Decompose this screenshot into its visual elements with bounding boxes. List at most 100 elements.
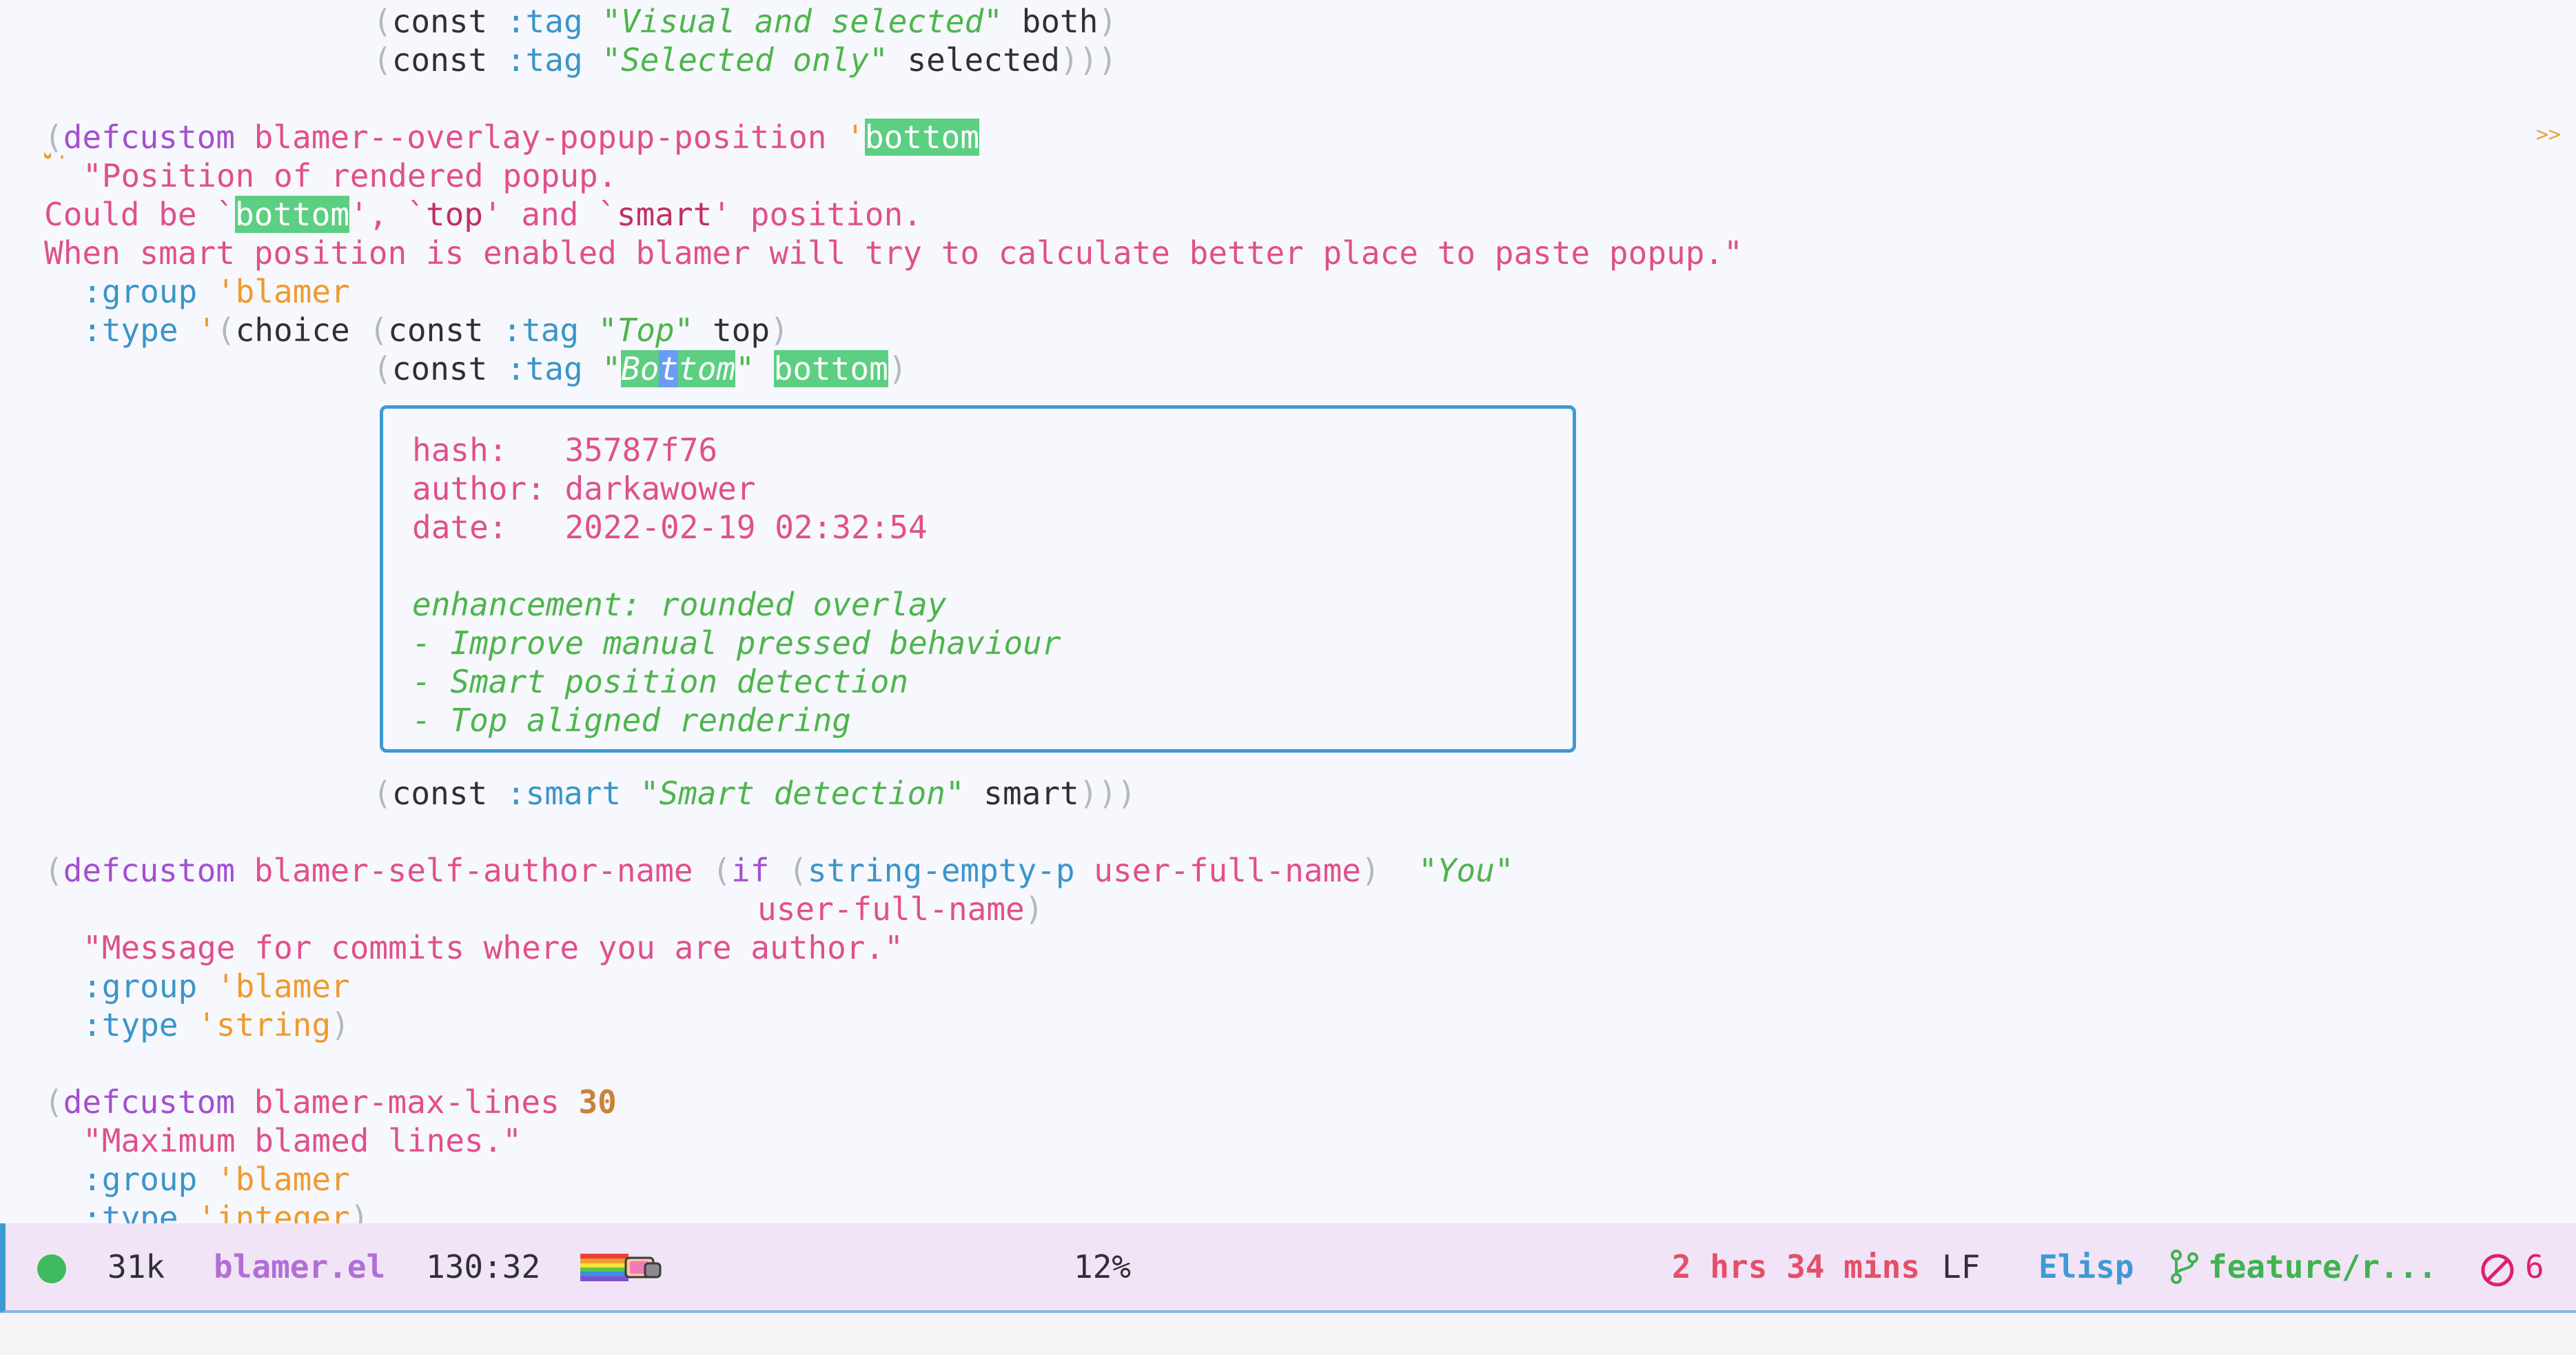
code-line: "Position of rendered popup.	[83, 157, 617, 194]
code-line: :type 'integer)	[83, 1199, 369, 1223]
code-line: :group 'blamer	[83, 1160, 350, 1199]
author-label: author:	[412, 470, 565, 507]
search-highlight: bottom	[234, 196, 350, 233]
code-token: const	[391, 775, 507, 812]
scroll-percent: 12%	[1074, 1248, 1132, 1285]
code-line: Could be `bottom', `top' and `smart' pos…	[44, 195, 922, 234]
code-token: both	[1002, 3, 1098, 40]
code-token: :type	[83, 1199, 178, 1223]
code-line: "Maximum blamed lines."	[83, 1122, 522, 1159]
error-count[interactable]: 6	[2525, 1223, 2544, 1310]
code-token: blamer	[235, 1161, 350, 1198]
code-token: :group	[83, 273, 198, 310]
search-highlight: tom	[678, 350, 736, 387]
code-token: blamer-self-author-name	[254, 852, 693, 889]
code-token: ', `	[349, 196, 426, 233]
code-token: "Selected only"	[602, 41, 888, 79]
code-token: const	[391, 3, 507, 40]
code-token: const	[391, 350, 507, 387]
commit-message-line: - Smart position detection	[412, 663, 909, 700]
commit-message-line: - Improve manual pressed behaviour	[412, 624, 1061, 662]
code-token: selected	[888, 41, 1061, 79]
code-line: user-full-name)	[757, 890, 1044, 928]
code-token: "Top"	[597, 312, 694, 349]
code-token: user-full-name	[1094, 852, 1362, 889]
code-token: :group	[83, 968, 198, 1005]
buffer-filename[interactable]: blamer.el	[214, 1223, 385, 1310]
code-token: choice	[235, 312, 369, 349]
code-line: :type 'string)	[83, 1006, 350, 1043]
commit-author: darkawower	[564, 470, 756, 507]
code-token: defcustom	[63, 852, 235, 889]
code-token: top	[693, 312, 770, 349]
code-token: "	[602, 350, 622, 387]
code-token: :tag	[506, 41, 583, 79]
code-token: "Smart detection"	[640, 775, 965, 812]
code-token: top	[425, 196, 483, 233]
code-line: :type '(choice (const :tag "Top" top)	[83, 312, 789, 349]
code-line: (defcustom blamer--overlay-popup-positio…	[44, 119, 980, 156]
code-line: (defcustom blamer-max-lines 30	[44, 1083, 617, 1121]
code-token: smart	[964, 775, 1079, 812]
search-highlight: Bo	[621, 350, 660, 387]
code-token: ' position.	[712, 196, 922, 233]
code-line: :group 'blamer	[83, 272, 350, 311]
code-token: 30	[578, 1083, 617, 1121]
commit-message-line: - Top aligned rendering	[412, 702, 851, 739]
line-ending: LF	[1942, 1248, 1981, 1285]
code-token: defcustom	[63, 119, 235, 156]
blame-popup: hash: 35787f76 author: darkawower date: …	[380, 405, 1576, 753]
code-token: '	[197, 968, 236, 1005]
code-line: (const :tag "Bottom" bottom)	[373, 350, 908, 387]
code-line: (defcustom blamer-self-author-name (if (…	[44, 852, 1514, 889]
buffer-status-dot-icon	[37, 1254, 66, 1283]
major-mode[interactable]: Elisp	[2038, 1223, 2134, 1310]
code-token: :tag	[506, 350, 583, 387]
code-token: Could be `	[44, 196, 235, 233]
search-highlight: bottom	[773, 350, 888, 387]
code-line: (const :tag "Visual and selected" both)	[373, 3, 1118, 40]
git-branch-icon	[2171, 1250, 2198, 1284]
git-branch[interactable]: feature/r...	[2208, 1223, 2437, 1310]
code-token: const	[391, 41, 507, 79]
commit-message-line: enhancement: rounded overlay	[412, 586, 947, 623]
date-label: date:	[412, 509, 565, 546]
commit-hash: 35787f76	[564, 431, 718, 469]
code-token: if	[731, 852, 770, 889]
code-token: string	[216, 1006, 331, 1043]
code-line: (const :smart "Smart detection" smart)))	[373, 775, 1136, 812]
hash-label: hash:	[412, 431, 565, 469]
code-token: const	[388, 312, 503, 349]
code-token: blamer	[235, 273, 350, 310]
code-token: blamer	[235, 968, 350, 1005]
code-token: integer	[216, 1199, 350, 1223]
code-token: :smart	[506, 775, 622, 812]
code-token: blamer-max-lines	[254, 1083, 560, 1121]
code-token: "	[735, 350, 755, 387]
code-token: '	[197, 1161, 236, 1198]
code-token: "You"	[1418, 852, 1514, 889]
buffer-size: 31k	[108, 1248, 165, 1285]
code-token: :tag	[506, 3, 583, 40]
code-token: :group	[83, 1161, 198, 1198]
time-tracker: 2 hrs 34 mins	[1672, 1248, 1921, 1285]
code-token: blamer--overlay-popup-position	[254, 119, 827, 156]
commit-date: 2022-02-19 02:32:54	[564, 509, 928, 546]
code-token: '	[826, 119, 865, 156]
code-token: ' and `	[483, 196, 617, 233]
editor-buffer[interactable]: (const :tag "Visual and selected" both) …	[0, 0, 2576, 1223]
fringe-overflow-marker: >>	[2535, 123, 2561, 147]
code-token: '	[178, 1199, 216, 1223]
code-line: (const :tag "Selected only" selected)))	[373, 41, 1118, 79]
code-line: "Message for commits where you are autho…	[83, 929, 903, 966]
code-token: string-empty-p	[807, 852, 1075, 889]
code-line: When smart position is enabled blamer wi…	[44, 234, 1743, 272]
minibuffer[interactable]	[0, 1313, 2576, 1355]
code-token: smart	[616, 196, 713, 233]
code-token: '	[178, 312, 216, 349]
code-token: '	[178, 1006, 216, 1043]
cursor-position: 130:32	[426, 1248, 541, 1285]
code-token: :tag	[502, 312, 580, 349]
code-token: "Visual and selected"	[602, 3, 1003, 40]
code-token: '	[197, 273, 236, 310]
